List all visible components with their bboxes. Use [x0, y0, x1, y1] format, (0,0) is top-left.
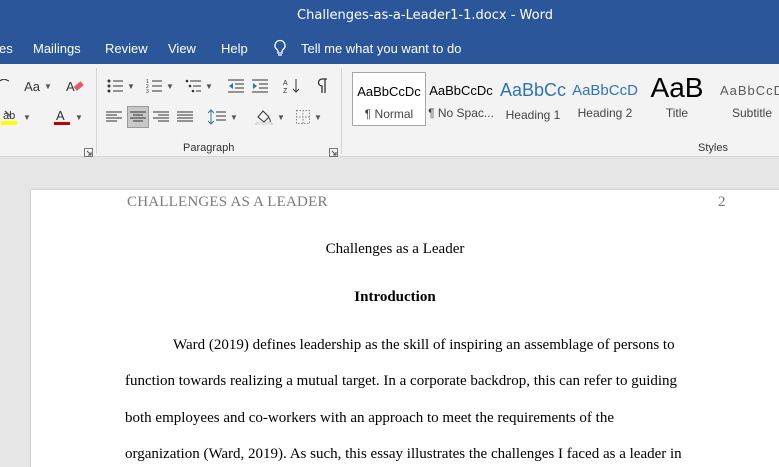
change-case-label: Aa	[24, 78, 40, 94]
tab-references[interactable]: es	[0, 41, 13, 56]
style-name: ¶ No Spac...	[428, 106, 494, 120]
style-sample: AaBbCc	[499, 80, 567, 100]
multilevel-list-button[interactable]: ▼	[182, 75, 216, 97]
text-highlight-button[interactable]: ab▼	[0, 106, 34, 128]
clear-formatting-icon[interactable]: A	[64, 75, 86, 97]
style-name: Heading 2	[577, 106, 633, 120]
tell-me-search[interactable]: Tell me what you want to do	[301, 41, 461, 56]
chevron-down-icon: ▼	[75, 112, 83, 122]
style-normal[interactable]: AaBbCcDc ¶ Normal	[352, 72, 426, 126]
style-no-spacing[interactable]: AaBbCcDc ¶ No Spac...	[424, 72, 498, 126]
ribbon: Aa▼ A ab▼ A▼ ▼ 123▼ ▼ AZ	[0, 64, 779, 157]
paragraph-line: Ward (2019) defines leadership as the sk…	[173, 337, 675, 353]
bullets-button[interactable]: ▼	[104, 75, 138, 97]
chevron-down-icon: ▼	[230, 112, 238, 122]
tab-help[interactable]: Help	[221, 41, 248, 56]
paragraph-group-label: Paragraph	[183, 142, 235, 154]
style-sample: AaB	[650, 72, 704, 103]
font-dialog-launcher-icon[interactable]	[84, 144, 93, 157]
align-left-icon[interactable]	[104, 106, 124, 128]
page-number: 2	[718, 194, 726, 210]
paragraph-dialog-launcher-icon[interactable]	[329, 144, 338, 157]
style-title[interactable]: AaB Title	[640, 72, 714, 126]
change-case-button[interactable]: Aa ▼	[20, 75, 56, 97]
sort-icon[interactable]: AZ	[281, 75, 303, 97]
window-title: Challenges-as-a-Leader1-1.docx - Word	[297, 8, 553, 23]
section-heading: Introduction	[354, 289, 436, 305]
ribbon-separator	[96, 68, 97, 154]
align-right-icon[interactable]	[151, 106, 171, 128]
font-color-button[interactable]: A ▼	[50, 106, 86, 128]
running-head: CHALLENGES AS A LEADER	[127, 194, 328, 210]
svg-text:3: 3	[146, 89, 149, 93]
increase-indent-icon[interactable]	[250, 75, 270, 97]
style-sample: AaBbCcD	[719, 83, 779, 98]
style-heading-2[interactable]: AaBbCcD Heading 2	[568, 72, 642, 126]
chevron-down-icon: ▼	[43, 81, 52, 91]
tab-view[interactable]: View	[168, 41, 196, 56]
chevron-down-icon: ▼	[205, 81, 213, 91]
ribbon-separator	[341, 68, 342, 154]
style-sample: AaBbCcDc	[357, 84, 421, 99]
show-formatting-marks-icon[interactable]	[312, 75, 332, 97]
ribbon-tabs: es Mailings Review View Help Tell me wha…	[0, 33, 779, 64]
svg-text:A: A	[283, 80, 288, 87]
document-page[interactable]: CHALLENGES AS A LEADER 2 Challenges as a…	[31, 190, 779, 467]
chevron-down-icon: ▼	[314, 112, 322, 122]
numbering-button[interactable]: 1 2 3 ▼	[143, 75, 177, 97]
align-center-icon[interactable]	[127, 106, 149, 128]
style-name: ¶ Normal	[364, 107, 414, 121]
borders-button[interactable]: ▼	[292, 106, 326, 128]
chevron-down-icon: ▼	[23, 112, 31, 122]
decrease-indent-icon[interactable]	[226, 75, 246, 97]
paragraph-line: both employees and co-workers with an ap…	[125, 410, 615, 426]
style-name: Title	[665, 106, 689, 120]
justify-icon[interactable]	[175, 106, 195, 128]
style-heading-1[interactable]: AaBbCc Heading 1	[496, 72, 570, 126]
style-name: Subtitle	[731, 106, 773, 120]
style-name: Heading 1	[505, 108, 561, 122]
line-spacing-button[interactable]: ▼	[205, 106, 241, 128]
styles-group-label: Styles	[698, 142, 728, 154]
chevron-down-icon: ▼	[277, 112, 285, 122]
style-subtitle[interactable]: AaBbCcD Subtitle	[712, 72, 779, 126]
shading-button[interactable]: ▼	[252, 106, 288, 128]
lightbulb-icon[interactable]	[273, 39, 287, 57]
style-sample: AaBbCcD	[572, 82, 638, 99]
grow-font-icon[interactable]	[0, 75, 10, 97]
title-bar: Challenges-as-a-Leader1-1.docx - Word	[0, 0, 779, 33]
paragraph-line: organization (Ward, 2019). As such, this…	[125, 446, 682, 462]
style-sample: AaBbCcDc	[429, 83, 493, 98]
svg-text:A: A	[56, 108, 65, 123]
tab-review[interactable]: Review	[105, 41, 148, 56]
chevron-down-icon: ▼	[166, 81, 174, 91]
paragraph-line: function towards realizing a mutual targ…	[125, 373, 678, 389]
document-canvas[interactable]: CHALLENGES AS A LEADER 2 Challenges as a…	[0, 157, 779, 467]
document-title: Challenges as a Leader	[325, 241, 465, 257]
svg-text:A: A	[66, 79, 75, 94]
tab-mailings[interactable]: Mailings	[33, 41, 81, 56]
svg-text:Z: Z	[283, 88, 288, 94]
chevron-down-icon: ▼	[127, 81, 135, 91]
